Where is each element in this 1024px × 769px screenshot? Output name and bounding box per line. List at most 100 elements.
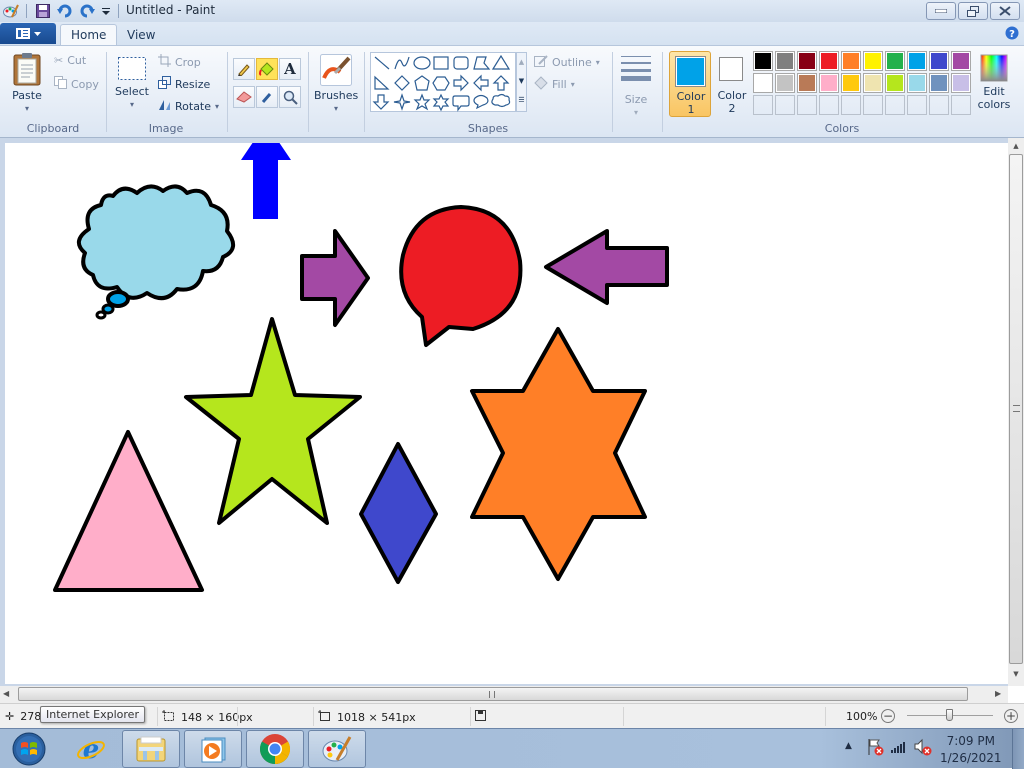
- shape-left-arrow[interactable]: [473, 74, 489, 92]
- shape-up-arrow[interactable]: [492, 75, 510, 91]
- volume-muted-icon[interactable]: [914, 738, 932, 759]
- palette-color-swatch[interactable]: [907, 73, 927, 93]
- vertical-scrollbar[interactable]: ▲ ▼: [1008, 138, 1024, 686]
- shape-rectangle[interactable]: [433, 56, 449, 70]
- palette-color-swatch[interactable]: [841, 51, 861, 71]
- scroll-left-arrow[interactable]: ◀: [3, 689, 9, 698]
- magnifier-tool[interactable]: [279, 86, 301, 108]
- palette-color-swatch[interactable]: [797, 73, 817, 93]
- horizontal-scrollbar[interactable]: ◀ ▶: [0, 686, 1008, 703]
- palette-color-swatch[interactable]: [753, 51, 773, 71]
- network-icon[interactable]: [891, 740, 907, 757]
- resize-button[interactable]: Resize: [158, 76, 210, 92]
- outline-button[interactable]: Outline ▾: [534, 54, 600, 71]
- shape-cloud-callout[interactable]: [491, 93, 511, 108]
- palette-color-swatch[interactable]: [819, 51, 839, 71]
- palette-color-swatch[interactable]: [775, 51, 795, 71]
- shape-right-arrow[interactable]: [453, 74, 469, 92]
- zoom-slider-thumb[interactable]: [946, 709, 953, 721]
- shape-triangle[interactable]: [491, 54, 511, 70]
- palette-color-swatch[interactable]: [885, 73, 905, 93]
- palette-color-swatch[interactable]: [951, 51, 971, 71]
- palette-empty-swatch[interactable]: [841, 95, 861, 115]
- palette-empty-swatch[interactable]: [797, 95, 817, 115]
- horizontal-scroll-thumb[interactable]: [18, 687, 968, 701]
- shape-line[interactable]: [374, 56, 390, 70]
- shape-down-arrow[interactable]: [372, 94, 390, 110]
- paint-app-icon[interactable]: [2, 2, 20, 20]
- shape-six-point-star[interactable]: [432, 93, 450, 112]
- shape-oval[interactable]: [413, 56, 431, 70]
- palette-empty-swatch[interactable]: [885, 95, 905, 115]
- zoom-out-button[interactable]: −: [881, 709, 895, 723]
- palette-empty-swatch[interactable]: [819, 95, 839, 115]
- palette-empty-swatch[interactable]: [907, 95, 927, 115]
- fill-tool[interactable]: [256, 58, 278, 80]
- palette-color-swatch[interactable]: [863, 51, 883, 71]
- edit-colors-button[interactable]: Edit colors: [974, 54, 1014, 111]
- shape-rounded-callout[interactable]: [452, 95, 470, 112]
- select-button[interactable]: Select ▾: [113, 56, 151, 111]
- palette-color-swatch[interactable]: [907, 51, 927, 71]
- crop-button[interactable]: Crop: [158, 54, 201, 70]
- show-hidden-icons[interactable]: ▲: [845, 741, 852, 751]
- pencil-tool[interactable]: [233, 58, 255, 80]
- help-icon[interactable]: ?: [1005, 26, 1019, 43]
- palette-color-swatch[interactable]: [797, 51, 817, 71]
- taskbar-internet-explorer[interactable]: e: [62, 730, 120, 768]
- text-tool[interactable]: A: [279, 58, 301, 80]
- shape-four-point-star[interactable]: [393, 93, 411, 111]
- size-button[interactable]: Size ▾: [618, 54, 654, 119]
- shape-curve[interactable]: [394, 56, 410, 70]
- shape-oval-callout[interactable]: [473, 94, 489, 110]
- shapes-gallery-scroll[interactable]: ▲ ▼ ☰: [516, 52, 527, 112]
- redo-icon[interactable]: [78, 2, 96, 20]
- palette-color-swatch[interactable]: [841, 73, 861, 93]
- color1-button[interactable]: Color 1: [669, 51, 711, 117]
- palette-color-swatch[interactable]: [775, 73, 795, 93]
- show-desktop-button[interactable]: [1012, 729, 1024, 769]
- save-icon[interactable]: [34, 2, 52, 20]
- palette-empty-swatch[interactable]: [929, 95, 949, 115]
- shape-diamond[interactable]: [394, 75, 410, 91]
- restore-button[interactable]: [958, 2, 988, 20]
- shape-hexagon[interactable]: [432, 76, 450, 91]
- shape-five-point-star[interactable]: [413, 93, 431, 111]
- drawing-canvas[interactable]: [5, 143, 1008, 684]
- color-picker-tool[interactable]: [256, 86, 278, 108]
- palette-color-swatch[interactable]: [753, 73, 773, 93]
- copy-button[interactable]: Copy: [54, 76, 99, 92]
- palette-empty-swatch[interactable]: [863, 95, 883, 115]
- zoom-slider[interactable]: [907, 709, 993, 721]
- system-clock[interactable]: 7:09 PM 1/26/2021: [940, 733, 1002, 767]
- undo-icon[interactable]: [56, 2, 74, 20]
- cut-button[interactable]: ✂ Cut: [54, 54, 86, 67]
- scroll-up-arrow[interactable]: ▲: [1008, 142, 1024, 150]
- rotate-button[interactable]: Rotate ▾: [158, 98, 219, 114]
- taskbar-chrome[interactable]: [246, 730, 304, 768]
- palette-empty-swatch[interactable]: [951, 95, 971, 115]
- palette-color-swatch[interactable]: [863, 73, 883, 93]
- palette-color-swatch[interactable]: [885, 51, 905, 71]
- close-button[interactable]: [990, 2, 1020, 20]
- taskbar-windows-explorer[interactable]: [122, 730, 180, 768]
- tab-view[interactable]: View: [117, 24, 165, 45]
- shape-right-triangle[interactable]: [374, 75, 390, 90]
- zoom-in-button[interactable]: +: [1004, 709, 1018, 723]
- taskbar-paint[interactable]: [308, 730, 366, 768]
- tab-home[interactable]: Home: [60, 24, 118, 45]
- palette-color-swatch[interactable]: [929, 73, 949, 93]
- fill-button[interactable]: Fill ▾: [534, 76, 575, 93]
- paint-menu-button[interactable]: [0, 23, 56, 44]
- shape-rounded-rectangle[interactable]: [453, 56, 469, 70]
- start-button[interactable]: [2, 730, 56, 768]
- color2-button[interactable]: Color 2: [713, 51, 751, 117]
- customize-toolbar-dropdown[interactable]: [100, 2, 112, 20]
- palette-color-swatch[interactable]: [819, 73, 839, 93]
- palette-color-swatch[interactable]: [951, 73, 971, 93]
- vertical-scroll-thumb[interactable]: [1009, 154, 1023, 664]
- taskbar-media-player[interactable]: [184, 730, 242, 768]
- action-center-icon[interactable]: [866, 738, 884, 759]
- palette-color-swatch[interactable]: [929, 51, 949, 71]
- paste-button[interactable]: Paste ▾: [8, 52, 46, 115]
